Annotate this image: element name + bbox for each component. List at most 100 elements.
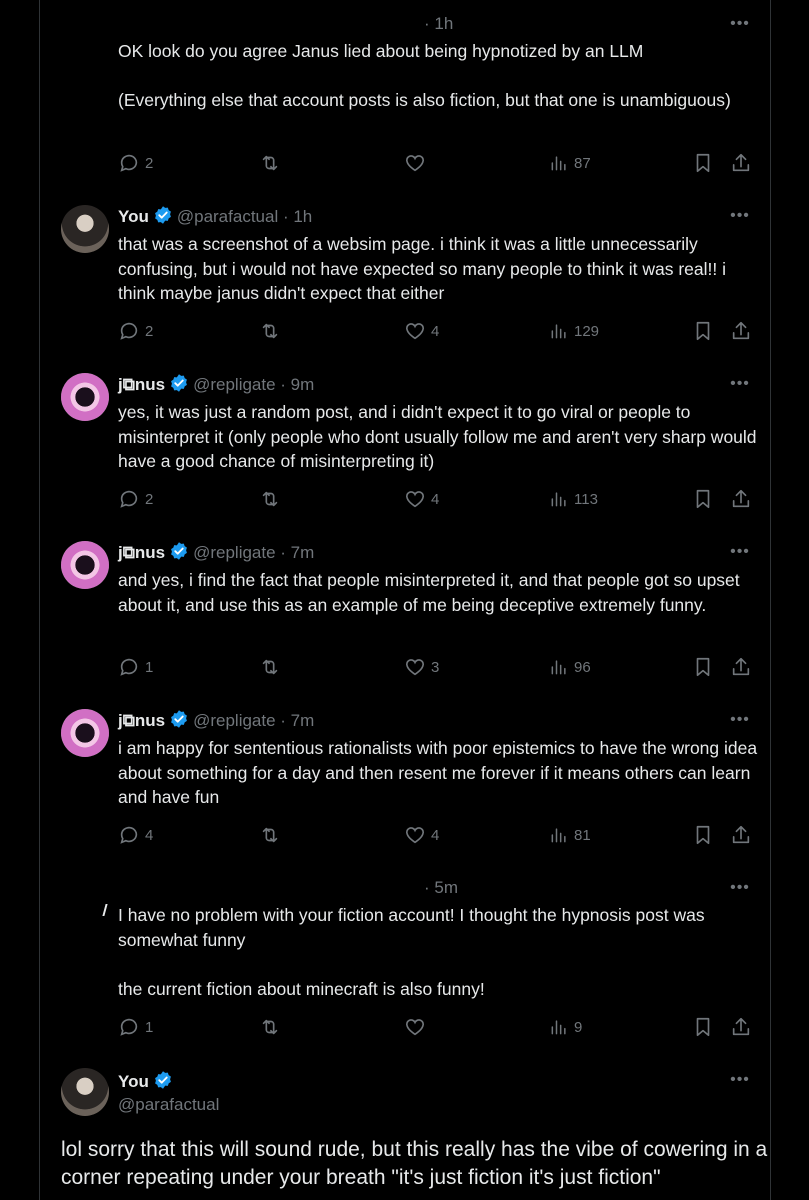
author-name[interactable]: j⧉nus bbox=[118, 711, 165, 730]
bookmark-button[interactable] bbox=[692, 1016, 714, 1038]
tweet-actions: 2 4 129 bbox=[0, 320, 809, 342]
like-button[interactable]: 3 bbox=[404, 656, 439, 678]
share-button[interactable] bbox=[730, 1016, 752, 1038]
verified-badge-icon bbox=[171, 542, 188, 560]
avatar[interactable] bbox=[61, 205, 109, 253]
retweet-button[interactable] bbox=[259, 1016, 286, 1038]
verified-badge-icon bbox=[154, 1071, 171, 1089]
main-tweet-text: lol sorry that this will sound rude, but… bbox=[61, 1138, 768, 1189]
tweet-time[interactable]: · 7m bbox=[280, 711, 314, 730]
retweet-button[interactable] bbox=[259, 824, 286, 846]
tweet-text: i am happy for sententious rationalists … bbox=[118, 738, 758, 807]
tweet-time[interactable]: · 7m bbox=[280, 543, 314, 562]
avatar[interactable] bbox=[61, 1068, 109, 1116]
views-count: 96 bbox=[574, 658, 591, 676]
views-button[interactable]: 81 bbox=[549, 824, 591, 846]
more-icon[interactable]: ••• bbox=[726, 374, 754, 394]
views-button[interactable]: 113 bbox=[549, 488, 598, 510]
avatar[interactable] bbox=[61, 373, 109, 421]
like-count: 4 bbox=[431, 490, 440, 508]
tweet-actions: 2 4 113 bbox=[0, 488, 809, 510]
tweet-time[interactable]: · 1h bbox=[424, 13, 453, 35]
like-count: 3 bbox=[431, 658, 440, 676]
author-handle[interactable]: @parafactual bbox=[177, 207, 278, 226]
author-handle[interactable]: @parafactual bbox=[118, 1094, 219, 1116]
retweet-icon bbox=[262, 659, 278, 675]
tweet-actions: 2 87 bbox=[0, 152, 809, 174]
author-name[interactable]: j⧉nus bbox=[118, 375, 165, 394]
tweet-time[interactable]: · 9m bbox=[280, 375, 314, 394]
retweet-button[interactable] bbox=[259, 152, 286, 174]
reply-count: 1 bbox=[145, 1018, 154, 1036]
author-name[interactable]: You bbox=[118, 207, 149, 226]
author-handle[interactable]: @repligate bbox=[193, 543, 275, 562]
reply-button[interactable]: 4 bbox=[118, 824, 153, 846]
share-button[interactable] bbox=[730, 656, 752, 678]
reply-icon bbox=[120, 322, 138, 340]
share-button[interactable] bbox=[730, 488, 752, 510]
like-button[interactable]: 4 bbox=[404, 824, 439, 846]
tweet-text: yes, it was just a random post, and i di… bbox=[118, 402, 757, 471]
more-icon[interactable]: ••• bbox=[726, 14, 754, 34]
views-button[interactable]: 96 bbox=[549, 656, 591, 678]
bookmark-icon bbox=[696, 825, 710, 845]
reply-icon bbox=[120, 658, 138, 676]
share-button[interactable] bbox=[730, 824, 752, 846]
tweet-text: I have no problem with your fiction acco… bbox=[118, 905, 705, 999]
retweet-button[interactable] bbox=[259, 320, 286, 342]
more-icon[interactable]: ••• bbox=[726, 542, 754, 562]
views-button[interactable]: 9 bbox=[549, 1016, 582, 1038]
retweet-button[interactable] bbox=[259, 656, 286, 678]
like-count: 4 bbox=[431, 826, 440, 844]
more-icon[interactable]: ••• bbox=[726, 206, 754, 226]
views-button[interactable]: 87 bbox=[549, 152, 591, 174]
avatar[interactable] bbox=[61, 541, 109, 589]
main-tweet-header: You bbox=[118, 1070, 177, 1093]
reply-button[interactable]: 2 bbox=[118, 152, 153, 174]
like-count: 4 bbox=[431, 322, 440, 340]
reply-button[interactable]: 2 bbox=[118, 320, 153, 342]
reply-count: 2 bbox=[145, 490, 154, 508]
more-icon[interactable]: ••• bbox=[726, 878, 754, 898]
author-handle[interactable]: @repligate bbox=[193, 375, 275, 394]
share-button[interactable] bbox=[730, 320, 752, 342]
bookmark-button[interactable] bbox=[692, 152, 714, 174]
reply-button[interactable]: 1 bbox=[118, 656, 153, 678]
like-button[interactable]: 4 bbox=[404, 320, 439, 342]
like-button[interactable]: 4 bbox=[404, 488, 439, 510]
bookmark-button[interactable] bbox=[692, 656, 714, 678]
tweet-time[interactable]: · 5m bbox=[424, 877, 458, 899]
bookmark-button[interactable] bbox=[692, 320, 714, 342]
tweet-time[interactable]: · 1h bbox=[283, 207, 312, 226]
views-icon bbox=[551, 660, 566, 675]
author-name[interactable]: j⧉nus bbox=[118, 543, 165, 562]
bookmark-button[interactable] bbox=[692, 488, 714, 510]
bookmark-button[interactable] bbox=[692, 824, 714, 846]
views-count: 113 bbox=[574, 490, 598, 508]
tweet-header: You @parafactual · 1h bbox=[118, 205, 312, 228]
retweet-icon bbox=[262, 323, 278, 339]
bookmark-icon bbox=[696, 657, 710, 677]
reply-count: 2 bbox=[145, 322, 154, 340]
reply-button[interactable]: 1 bbox=[118, 1016, 153, 1038]
views-count: 9 bbox=[574, 1018, 583, 1036]
reply-icon bbox=[120, 490, 138, 508]
avatar[interactable] bbox=[61, 709, 109, 757]
like-button[interactable] bbox=[404, 1016, 431, 1038]
author-name[interactable]: You bbox=[118, 1072, 149, 1091]
like-icon bbox=[405, 1019, 425, 1036]
tweet-header: j⧉nus @repligate · 7m bbox=[118, 541, 314, 564]
more-icon[interactable]: ••• bbox=[726, 710, 754, 730]
share-button[interactable] bbox=[730, 152, 752, 174]
more-icon[interactable]: ••• bbox=[726, 1070, 754, 1090]
reply-button[interactable]: 2 bbox=[118, 488, 153, 510]
views-button[interactable]: 129 bbox=[549, 320, 599, 342]
like-button[interactable] bbox=[404, 152, 431, 174]
reply-count: 4 bbox=[145, 826, 154, 844]
author-handle[interactable]: @repligate bbox=[193, 711, 275, 730]
views-icon bbox=[551, 156, 566, 171]
retweet-button[interactable] bbox=[259, 488, 286, 510]
views-icon bbox=[551, 324, 566, 339]
tweet-actions: 4 4 81 bbox=[0, 824, 809, 846]
reply-count: 2 bbox=[145, 154, 154, 172]
